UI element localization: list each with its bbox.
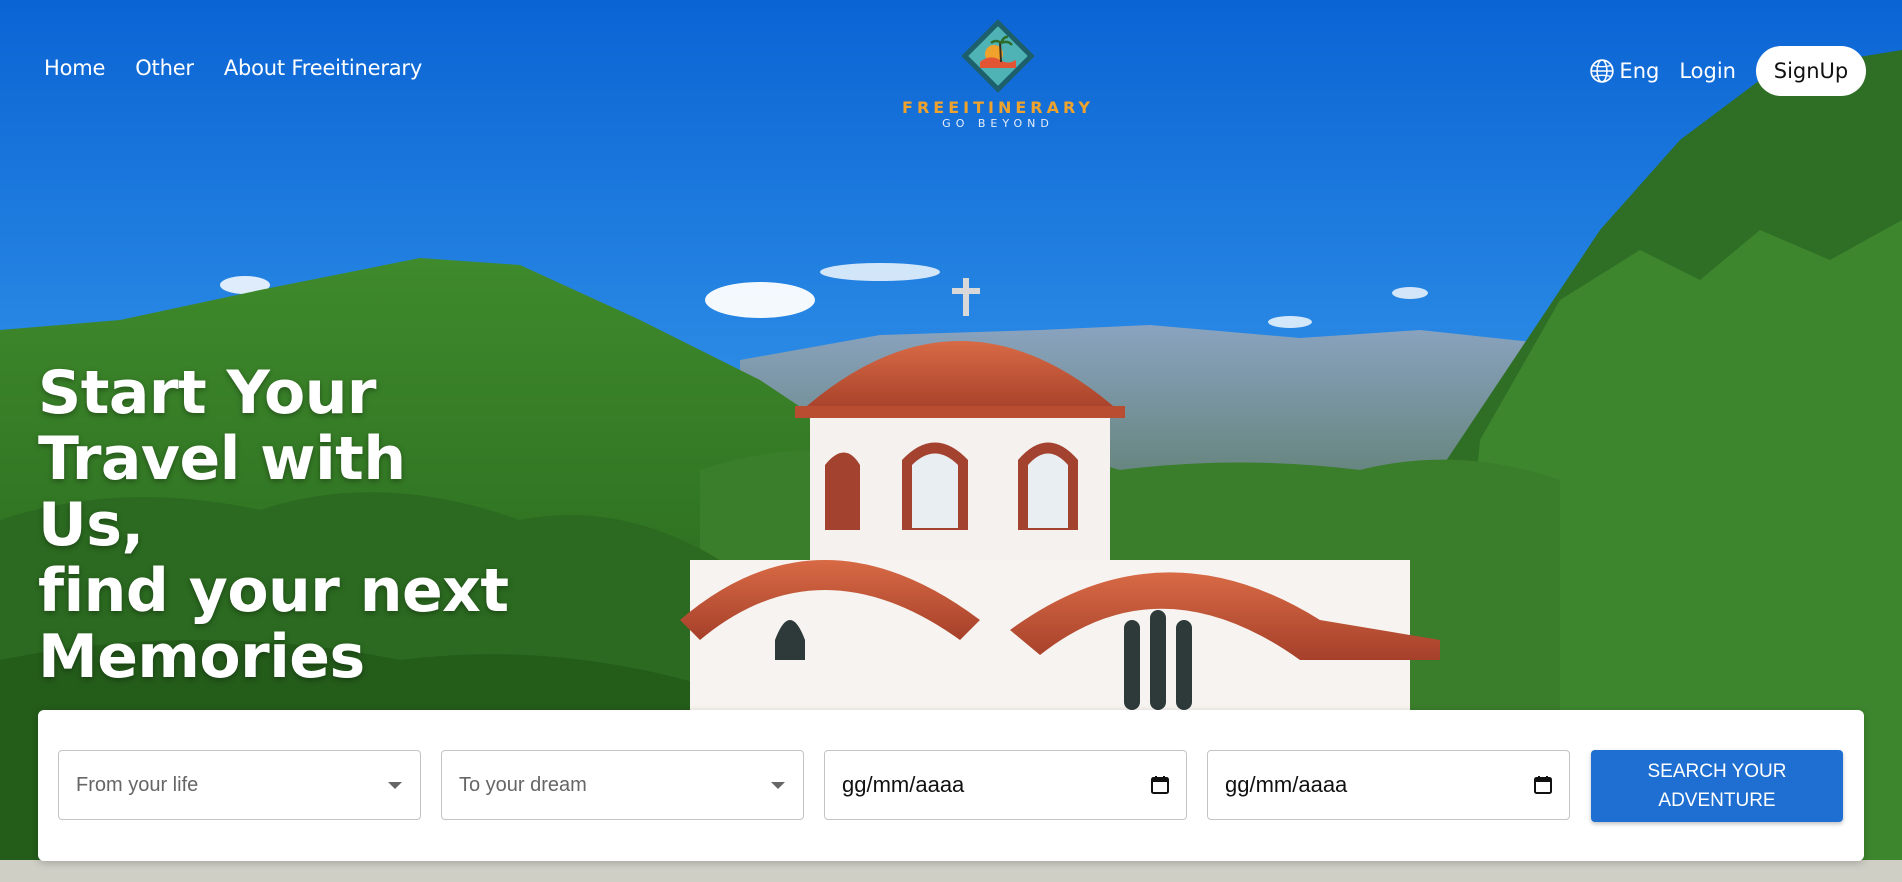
- destination-select[interactable]: To your dream: [441, 750, 804, 820]
- headline-line: Start Your: [38, 358, 377, 428]
- chevron-down-icon: [771, 781, 785, 789]
- start-date-value: gg/mm/aaaa: [842, 772, 965, 797]
- search-adventure-button[interactable]: SEARCH YOUR ADVENTURE: [1591, 750, 1843, 822]
- destination-placeholder: To your dream: [459, 773, 587, 796]
- headline-line: Travel with: [38, 424, 406, 494]
- chevron-down-icon: [388, 781, 402, 789]
- site-logo[interactable]: FREEITINERARY GO BEYOND: [902, 18, 1094, 138]
- origin-select[interactable]: From your life: [58, 750, 421, 820]
- logo-tagline: GO BEYOND: [942, 117, 1054, 130]
- end-date-input[interactable]: gg/mm/aaaa: [1207, 750, 1570, 820]
- trip-search-panel: From your life To your dream gg/mm/aaaa …: [38, 710, 1864, 861]
- logo-emblem-icon: [961, 19, 1035, 93]
- language-label: Eng: [1619, 59, 1660, 83]
- main-navigation: Home Other About Freeitinerary: [44, 56, 422, 80]
- headline-line: Memories: [38, 622, 365, 692]
- logo-name: FREEITINERARY: [902, 98, 1094, 117]
- login-link[interactable]: Login: [1679, 59, 1736, 83]
- headline-line: find your next: [38, 556, 509, 626]
- start-date-input[interactable]: gg/mm/aaaa: [824, 750, 1187, 820]
- origin-placeholder: From your life: [76, 773, 199, 796]
- calendar-icon[interactable]: [1533, 775, 1553, 795]
- nav-other-link[interactable]: Other: [135, 56, 194, 80]
- nav-about-link[interactable]: About Freeitinerary: [224, 56, 422, 80]
- signup-button[interactable]: SignUp: [1756, 46, 1866, 96]
- language-selector[interactable]: Eng: [1589, 58, 1659, 84]
- nav-home-link[interactable]: Home: [44, 56, 105, 80]
- calendar-icon[interactable]: [1150, 775, 1170, 795]
- account-navigation: Eng Login SignUp: [1589, 46, 1866, 96]
- globe-icon: [1590, 59, 1615, 83]
- end-date-value: gg/mm/aaaa: [1225, 772, 1348, 797]
- headline-line: Us,: [38, 490, 144, 560]
- hero-headline: Start Your Travel with Us, find your nex…: [38, 360, 598, 690]
